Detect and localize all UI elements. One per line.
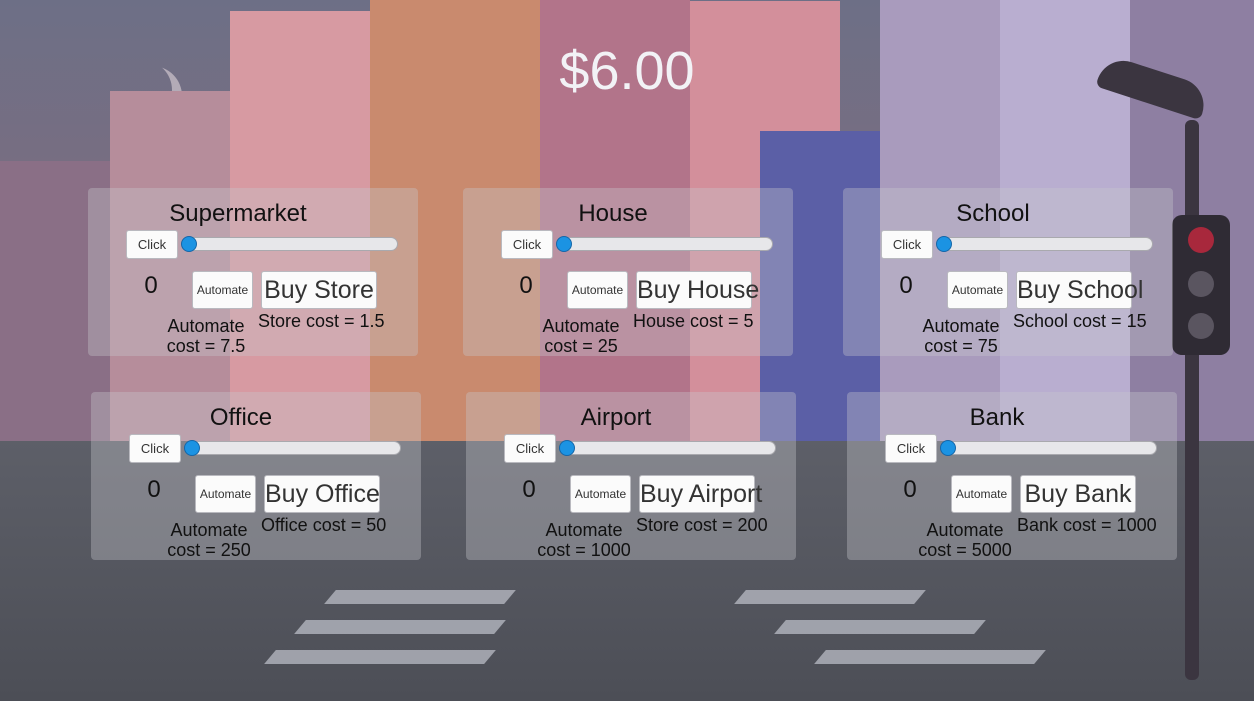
traffic-light-icon: [1172, 215, 1230, 355]
crosswalk-stripe: [294, 620, 506, 634]
click-button[interactable]: Click: [126, 230, 178, 259]
panel-house: House Click 0 Automate Buy House House c…: [463, 188, 793, 356]
money-display: $6.00: [559, 41, 695, 101]
click-button[interactable]: Click: [501, 230, 553, 259]
panel-title: Supermarket: [169, 200, 307, 227]
click-button[interactable]: Click: [504, 434, 556, 463]
panel-title: House: [578, 200, 648, 227]
automate-cost-label: Automate cost = 7.5: [156, 316, 256, 356]
automate-cost-label: Automate cost = 5000: [915, 520, 1015, 560]
crosswalk-stripe: [734, 590, 926, 604]
automate-cost-line1: Automate: [170, 520, 248, 540]
owned-count: 0: [519, 272, 533, 299]
crosswalk-stripe: [264, 650, 496, 664]
panel-title: Bank: [969, 404, 1025, 431]
owned-count: 0: [522, 476, 536, 503]
panel-title: Office: [209, 404, 273, 431]
progress-slider[interactable]: [556, 236, 773, 252]
panel-office: Office Click 0 Automate Buy Office Offic…: [91, 392, 421, 560]
buy-button[interactable]: Buy School: [1016, 271, 1143, 309]
slider-thumb[interactable]: [936, 236, 952, 252]
automate-cost-line2: cost = 1000: [537, 540, 631, 560]
automate-cost-label: Automate cost = 1000: [534, 520, 634, 560]
buy-cost-label: Store cost = 1.5: [258, 311, 385, 331]
panel-title: Airport: [580, 404, 652, 431]
progress-slider[interactable]: [940, 440, 1157, 456]
buy-button[interactable]: Buy Office: [264, 475, 380, 513]
progress-slider[interactable]: [936, 236, 1153, 252]
automate-button[interactable]: Automate: [192, 271, 253, 309]
buy-cost-label: School cost = 15: [1013, 311, 1147, 331]
panel-supermarket: Supermarket Click 0 Automate Buy Store S…: [88, 188, 418, 356]
automate-cost-line2: cost = 25: [544, 336, 618, 356]
buy-button[interactable]: Buy Airport: [639, 475, 762, 513]
progress-slider[interactable]: [181, 236, 398, 252]
slider-thumb[interactable]: [184, 440, 200, 456]
automate-cost-line1: Automate: [926, 520, 1004, 540]
panel-airport: Airport Click 0 Automate Buy Airport Sto…: [466, 392, 796, 560]
crosswalk-stripe: [814, 650, 1046, 664]
owned-count: 0: [144, 272, 158, 299]
automate-cost-line1: Automate: [542, 316, 620, 336]
automate-cost-line2: cost = 75: [924, 336, 998, 356]
buy-cost-label: Bank cost = 1000: [1017, 515, 1157, 535]
automate-cost-line2: cost = 250: [167, 540, 251, 560]
panel-school: School Click 0 Automate Buy School Schoo…: [843, 188, 1173, 356]
crosswalk-stripe: [774, 620, 986, 634]
slider-thumb[interactable]: [940, 440, 956, 456]
owned-count: 0: [899, 272, 913, 299]
automate-cost-label: Automate cost = 75: [911, 316, 1011, 356]
automate-cost-line1: Automate: [922, 316, 1000, 336]
automate-cost-line1: Automate: [167, 316, 245, 336]
buy-button[interactable]: Buy Bank: [1020, 475, 1136, 513]
automate-cost-line2: cost = 7.5: [166, 336, 246, 356]
slider-thumb[interactable]: [181, 236, 197, 252]
buy-cost-label: Store cost = 200: [636, 515, 768, 535]
automate-button[interactable]: Automate: [951, 475, 1012, 513]
click-button[interactable]: Click: [129, 434, 181, 463]
panel-title: School: [956, 200, 1030, 227]
automate-button[interactable]: Automate: [567, 271, 628, 309]
click-button[interactable]: Click: [885, 434, 937, 463]
automate-button[interactable]: Automate: [195, 475, 256, 513]
buy-cost-label: Office cost = 50: [261, 515, 387, 535]
automate-button[interactable]: Automate: [570, 475, 631, 513]
automate-cost-label: Automate cost = 250: [159, 520, 259, 560]
slider-thumb[interactable]: [556, 236, 572, 252]
crosswalk-stripe: [324, 590, 516, 604]
owned-count: 0: [903, 476, 917, 503]
buy-cost-label: House cost = 5: [633, 311, 754, 331]
progress-slider[interactable]: [184, 440, 401, 456]
progress-slider[interactable]: [559, 440, 776, 456]
slider-thumb[interactable]: [559, 440, 575, 456]
automate-cost-line1: Automate: [545, 520, 623, 540]
buy-button[interactable]: Buy Store: [261, 271, 377, 309]
automate-cost-label: Automate cost = 25: [531, 316, 631, 356]
click-button[interactable]: Click: [881, 230, 933, 259]
owned-count: 0: [147, 476, 161, 503]
street-lamp-pole: [1185, 120, 1199, 680]
panel-bank: Bank Click 0 Automate Buy Bank Bank cost…: [847, 392, 1177, 560]
automate-cost-line2: cost = 5000: [918, 540, 1012, 560]
buy-button[interactable]: Buy House: [636, 271, 759, 309]
automate-button[interactable]: Automate: [947, 271, 1008, 309]
